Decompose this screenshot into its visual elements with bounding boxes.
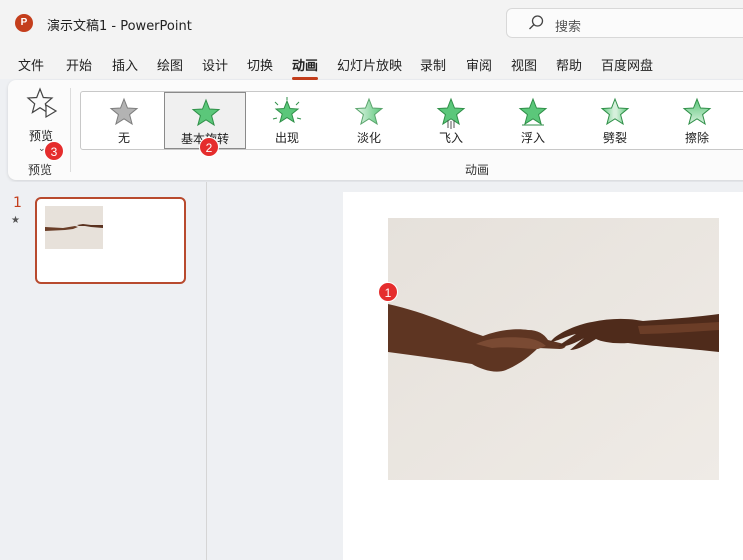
animation-wipe[interactable]: 擦除 <box>656 92 738 149</box>
tab-transitions[interactable]: 切换 <box>247 55 273 74</box>
step-badge-3: 3 <box>44 141 64 161</box>
powerpoint-logo-icon: P <box>15 14 33 32</box>
star-burst-icon <box>272 97 302 124</box>
tab-design[interactable]: 设计 <box>202 55 228 74</box>
group-divider <box>70 88 71 172</box>
step-badge-1: 1 <box>378 282 398 302</box>
animation-split[interactable]: 劈裂 <box>574 92 656 149</box>
tab-view[interactable]: 视图 <box>511 55 537 74</box>
tab-insert[interactable]: 插入 <box>112 55 138 74</box>
ribbon: 预览 ⌄ 预览 无 基本旋转 <box>8 80 743 180</box>
star-split-icon <box>600 97 630 126</box>
animation-appear[interactable]: 出现 <box>246 92 328 149</box>
group-label-animations: 动画 <box>465 163 490 177</box>
animation-float-in[interactable]: 浮入 <box>492 92 574 149</box>
animation-gallery: 无 基本旋转 出现 <box>80 91 743 150</box>
tab-record[interactable]: 录制 <box>420 55 446 74</box>
slide-picture[interactable] <box>388 218 719 480</box>
search-placeholder: 搜索 <box>555 20 582 35</box>
tab-help[interactable]: 帮助 <box>556 55 582 74</box>
animation-label: 擦除 <box>684 131 709 145</box>
thumbnail-image <box>45 206 103 249</box>
tab-animations[interactable]: 动画 <box>292 55 319 80</box>
star-fade-icon <box>354 97 384 126</box>
search-icon <box>529 15 544 30</box>
tab-review[interactable]: 审阅 <box>466 55 492 74</box>
search-box[interactable]: 搜索 <box>506 8 743 38</box>
animation-fly-in[interactable]: 飞入 <box>410 92 492 149</box>
animation-label: 劈裂 <box>602 131 627 145</box>
title-bar: P 演示文稿1 - PowerPoint 搜索 <box>0 0 743 46</box>
step-badge-2: 2 <box>199 137 219 157</box>
group-label-preview: 预览 <box>28 163 53 177</box>
star-play-icon <box>26 87 58 119</box>
menu-tabs: 文件 开始 插入 绘图 设计 切换 动画 幻灯片放映 录制 审阅 视图 帮助 百… <box>0 46 743 80</box>
star-gray-icon <box>109 97 139 126</box>
tab-baidu-netdisk[interactable]: 百度网盘 <box>601 55 653 74</box>
animation-none[interactable]: 无 <box>83 92 165 149</box>
animation-label: 飞入 <box>438 131 463 145</box>
tab-home[interactable]: 开始 <box>66 55 92 74</box>
animation-label: 无 <box>117 131 130 145</box>
animation-label: 浮入 <box>520 131 545 145</box>
slide-number: 1 <box>13 195 22 211</box>
animation-indicator-icon: ★ <box>11 215 20 226</box>
slide-thumbnail[interactable] <box>35 197 186 284</box>
tab-slideshow[interactable]: 幻灯片放映 <box>337 55 402 74</box>
document-title: 演示文稿1 - PowerPoint <box>47 19 192 34</box>
star-float-icon <box>518 97 548 126</box>
hands-image <box>388 218 719 480</box>
tab-draw[interactable]: 绘图 <box>157 55 183 74</box>
animation-label: 淡化 <box>356 131 381 145</box>
tab-file[interactable]: 文件 <box>18 55 44 74</box>
star-fly-icon <box>436 97 466 129</box>
animation-label: 出现 <box>274 131 299 145</box>
slide-thumbnails-pane: 1 ★ <box>0 182 206 560</box>
animation-fade[interactable]: 淡化 <box>328 92 410 149</box>
star-wipe-icon <box>682 97 712 126</box>
star-green-icon <box>191 98 221 127</box>
